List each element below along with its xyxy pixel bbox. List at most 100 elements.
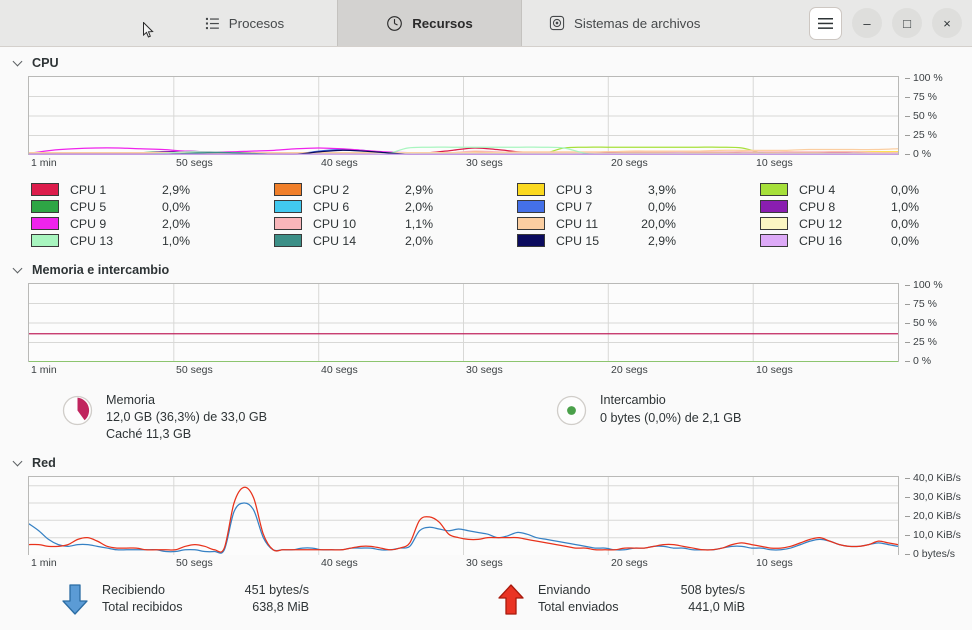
tab-label-recursos: Recursos [412, 15, 473, 31]
cpu-legend-item[interactable]: CPU 12 0,0% [760, 215, 972, 232]
cpu-legend-value: 1,0% [161, 233, 190, 248]
memory-plot-area [29, 284, 898, 362]
cpu-x-label-20: 20 segs [611, 157, 648, 169]
memory-stat-usage: 12,0 GB (36,3%) de 33,0 GB [106, 410, 268, 424]
net-y-label-10: 10,0 KiB/s [913, 529, 961, 541]
cpu-legend-name: CPU 2 [313, 182, 350, 197]
close-button[interactable]: × [932, 8, 962, 38]
network-sending-stat: Enviando 508 bytes/s Total enviados 441,… [486, 582, 972, 621]
cpu-legend-item[interactable]: CPU 16 0,0% [760, 232, 972, 249]
cpu-graph [28, 76, 899, 155]
swap-dial-icon [556, 395, 587, 431]
memory-y-axis: 100 % 75 % 50 % 25 % 0 % [905, 279, 967, 367]
cpu-legend-name: CPU 6 [313, 199, 350, 214]
cpu-legend-column: CPU 1 2,9% CPU 5 0,0% CPU 9 2,0% CPU 13 1,0% [0, 181, 243, 249]
down-arrow-icon [60, 583, 90, 621]
section-header-memoria[interactable]: Memoria e intercambio [0, 249, 972, 283]
hamburger-menu-button[interactable] [809, 6, 842, 40]
swap-stat: Intercambio 0 bytes (0,0%) de 2,1 GB [486, 392, 972, 443]
cpu-legend-value: 2,9% [404, 182, 433, 197]
cpu-legend-item[interactable]: CPU 5 0,0% [31, 198, 243, 215]
cpu-legend-value: 2,9% [647, 233, 676, 248]
cpu-legend-name: CPU 8 [799, 199, 836, 214]
maximize-button[interactable]: □ [892, 8, 922, 38]
cpu-legend-value: 0,0% [647, 199, 676, 214]
minimize-button[interactable]: – [852, 8, 882, 38]
mem-x-label-20: 20 segs [611, 364, 648, 376]
hamburger-icon [818, 17, 833, 29]
net-x-label-60: 1 min [31, 557, 57, 569]
cpu-legend-item[interactable]: CPU 1 2,9% [31, 181, 243, 198]
window-titlebar: Procesos Recursos Sistemas de archivos –… [0, 0, 972, 47]
cpu-legend-item[interactable]: CPU 10 1,1% [274, 215, 486, 232]
cpu-legend-item[interactable]: CPU 8 1,0% [760, 198, 972, 215]
cpu-color-swatch [274, 234, 302, 247]
cpu-legend-value: 2,9% [161, 182, 190, 197]
cpu-color-swatch [274, 217, 302, 230]
total-sent-value: 441,0 MiB [688, 600, 745, 614]
cpu-legend-column: CPU 2 2,9% CPU 6 2,0% CPU 10 1,1% CPU 14 2,0% [243, 181, 486, 249]
cpu-legend-item[interactable]: CPU 3 3,9% [517, 181, 729, 198]
cpu-x-axis: 1 min 50 segs 40 segs 30 segs 20 segs 10… [28, 155, 897, 173]
cpu-legend-value: 20,0% [641, 216, 676, 231]
cpu-legend-item[interactable]: CPU 2 2,9% [274, 181, 486, 198]
network-receiving-stat: Recibiendo 451 bytes/s Total recibidos 6… [0, 582, 486, 621]
cpu-legend-item[interactable]: CPU 11 20,0% [517, 215, 729, 232]
cpu-color-swatch [760, 217, 788, 230]
network-sending-lines: Enviando 508 bytes/s Total enviados 441,… [538, 582, 745, 616]
cpu-x-label-60: 1 min [31, 157, 57, 169]
cpu-legend-item[interactable]: CPU 14 2,0% [274, 232, 486, 249]
cpu-color-swatch [517, 200, 545, 213]
resources-content: CPU 100 % 75 % 50 % 25 % 0 % 1 min 50 se… [0, 47, 972, 621]
cpu-legend-value: 0,0% [890, 233, 919, 248]
mem-x-label-30: 30 segs [466, 364, 503, 376]
tab-procesos[interactable]: Procesos [152, 0, 337, 46]
cpu-legend-value: 1,0% [890, 199, 919, 214]
total-received-label: Total recibidos [102, 600, 183, 614]
tab-bar: Procesos Recursos Sistemas de archivos [152, 0, 727, 46]
net-y-label-20: 20,0 KiB/s [913, 510, 961, 522]
cpu-color-swatch [517, 234, 545, 247]
cpu-legend-item[interactable]: CPU 9 2,0% [31, 215, 243, 232]
mem-y-label-0: 0 % [913, 355, 932, 367]
mem-y-label-75: 75 % [913, 298, 937, 310]
section-header-red[interactable]: Red [0, 443, 972, 476]
section-title-cpu: CPU [32, 56, 59, 70]
cpu-legend-name: CPU 16 [799, 233, 843, 248]
cpu-color-swatch [760, 183, 788, 196]
mem-y-label-25: 25 % [913, 336, 937, 348]
chevron-down-icon [13, 458, 24, 469]
cpu-color-swatch [31, 183, 59, 196]
net-x-label-50: 50 segs [176, 557, 213, 569]
cpu-color-swatch [31, 234, 59, 247]
cpu-legend-name: CPU 7 [556, 199, 593, 214]
memory-stat: Memoria 12,0 GB (36,3%) de 33,0 GB Caché… [0, 392, 486, 443]
net-x-label-10: 10 segs [756, 557, 793, 569]
cpu-y-label-25: 25 % [913, 129, 937, 141]
cpu-legend-name: CPU 3 [556, 182, 593, 197]
cpu-legend-name: CPU 5 [70, 199, 107, 214]
cpu-legend-name: CPU 10 [313, 216, 357, 231]
cpu-legend-item[interactable]: CPU 13 1,0% [31, 232, 243, 249]
section-title-red: Red [32, 456, 56, 470]
cpu-legend-value: 2,0% [404, 199, 433, 214]
cpu-legend-value: 3,9% [647, 182, 676, 197]
net-x-label-40: 40 segs [321, 557, 358, 569]
cpu-legend-item[interactable]: CPU 6 2,0% [274, 198, 486, 215]
receiving-value: 451 bytes/s [244, 583, 309, 597]
cpu-legend-value: 0,0% [890, 216, 919, 231]
network-graph-row: 40,0 KiB/s 30,0 KiB/s 20,0 KiB/s 10,0 Ki… [0, 472, 972, 560]
tab-recursos[interactable]: Recursos [337, 0, 522, 46]
receiving-label: Recibiendo [102, 583, 166, 597]
cpu-legend-value: 1,1% [404, 216, 433, 231]
cpu-legend-item[interactable]: CPU 4 0,0% [760, 181, 972, 198]
cpu-legend-name: CPU 12 [799, 216, 843, 231]
memory-x-axis: 1 min 50 segs 40 segs 30 segs 20 segs 10… [28, 362, 897, 380]
section-header-cpu[interactable]: CPU [0, 47, 972, 76]
cpu-legend-item[interactable]: CPU 7 0,0% [517, 198, 729, 215]
cpu-color-swatch [517, 183, 545, 196]
cpu-legend-name: CPU 9 [70, 216, 107, 231]
tab-sistemas-de-archivos[interactable]: Sistemas de archivos [522, 0, 727, 46]
cpu-legend-item[interactable]: CPU 15 2,9% [517, 232, 729, 249]
cpu-legend: CPU 1 2,9% CPU 5 0,0% CPU 9 2,0% CPU 13 1,0% CPU… [0, 173, 972, 249]
